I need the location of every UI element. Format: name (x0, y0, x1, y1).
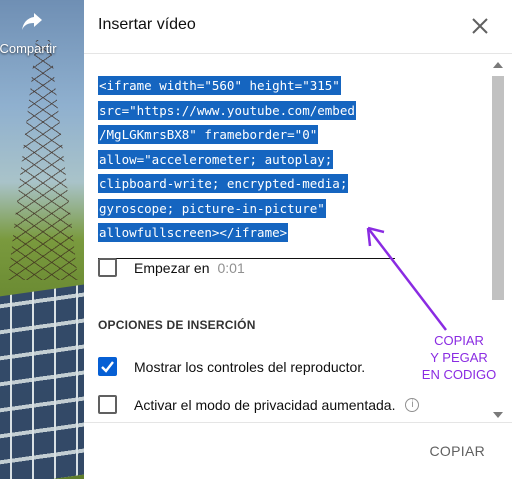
embed-video-dialog: Insertar vídeo <iframe width="560" heigh… (84, 0, 512, 479)
annotation-note: COPIAR Y PEGAR EN CODIGO (416, 332, 502, 383)
dialog-content: <iframe width="560" height="315" src="ht… (84, 54, 512, 422)
close-icon (472, 18, 488, 34)
dialog-scrollbar[interactable] (491, 58, 505, 420)
solar-panels-image (0, 282, 84, 479)
close-button[interactable] (470, 16, 490, 36)
option-row-controls: Mostrar los controles del reproductor. (98, 357, 365, 376)
privacy-mode-label: Activar el modo de privacidad aumentada. (134, 396, 396, 413)
scroll-up-arrow-icon[interactable] (493, 62, 503, 68)
annotation-line: COPIAR (434, 333, 484, 348)
checkmark-icon (101, 361, 114, 373)
video-background: Compartir (0, 0, 84, 479)
embed-code-line[interactable]: allowfullscreen></iframe> (98, 223, 289, 242)
start-at-row: Empezar en 0:01 (98, 258, 245, 277)
show-controls-checkbox[interactable] (98, 357, 117, 376)
start-time-value[interactable]: 0:01 (217, 260, 244, 276)
embed-code-field[interactable]: <iframe width="560" height="315" src="ht… (98, 74, 398, 259)
dialog-footer: COPIAR (84, 422, 512, 479)
share-arrow-icon (0, 10, 64, 37)
scrollbar-thumb[interactable] (492, 76, 504, 300)
embed-code-line[interactable]: src="https://www.youtube.com/embed (98, 100, 356, 120)
annotation-line: EN CODIGO (421, 367, 497, 382)
share-label: Compartir (0, 41, 57, 56)
transmission-tower-image (8, 40, 78, 280)
dialog-title: Insertar vídeo (98, 16, 196, 33)
privacy-mode-checkbox[interactable] (98, 395, 117, 414)
embed-code-line[interactable]: /MgLGKmrsBX8" frameborder="0" (98, 125, 319, 144)
dialog-header: Insertar vídeo (84, 0, 512, 54)
copy-button[interactable]: COPIAR (430, 443, 485, 459)
embed-code-line[interactable]: clipboard-write; encrypted-media; (98, 174, 349, 193)
share-button[interactable]: Compartir (0, 10, 64, 56)
show-controls-label: Mostrar los controles del reproductor. (134, 358, 366, 375)
embed-code-text[interactable]: <iframe width="560" height="315" src="ht… (98, 74, 398, 246)
embed-code-line[interactable]: gyroscope; picture-in-picture" (98, 198, 326, 218)
info-icon[interactable]: i (405, 397, 420, 412)
embed-code-line[interactable]: allow="accelerometer; autoplay; (98, 149, 334, 169)
scroll-down-arrow-icon[interactable] (493, 412, 503, 418)
embed-options-title: OPCIONES DE INSERCIÓN (98, 318, 256, 332)
annotation-line: Y PEGAR (430, 350, 488, 365)
start-at-checkbox[interactable] (98, 258, 117, 277)
option-row-privacy: Activar el modo de privacidad aumentada.… (98, 395, 420, 414)
start-at-label: Empezar en (134, 259, 210, 276)
embed-code-line[interactable]: <iframe width="560" height="315" (98, 76, 341, 95)
annotation-arrow-icon (366, 226, 447, 331)
